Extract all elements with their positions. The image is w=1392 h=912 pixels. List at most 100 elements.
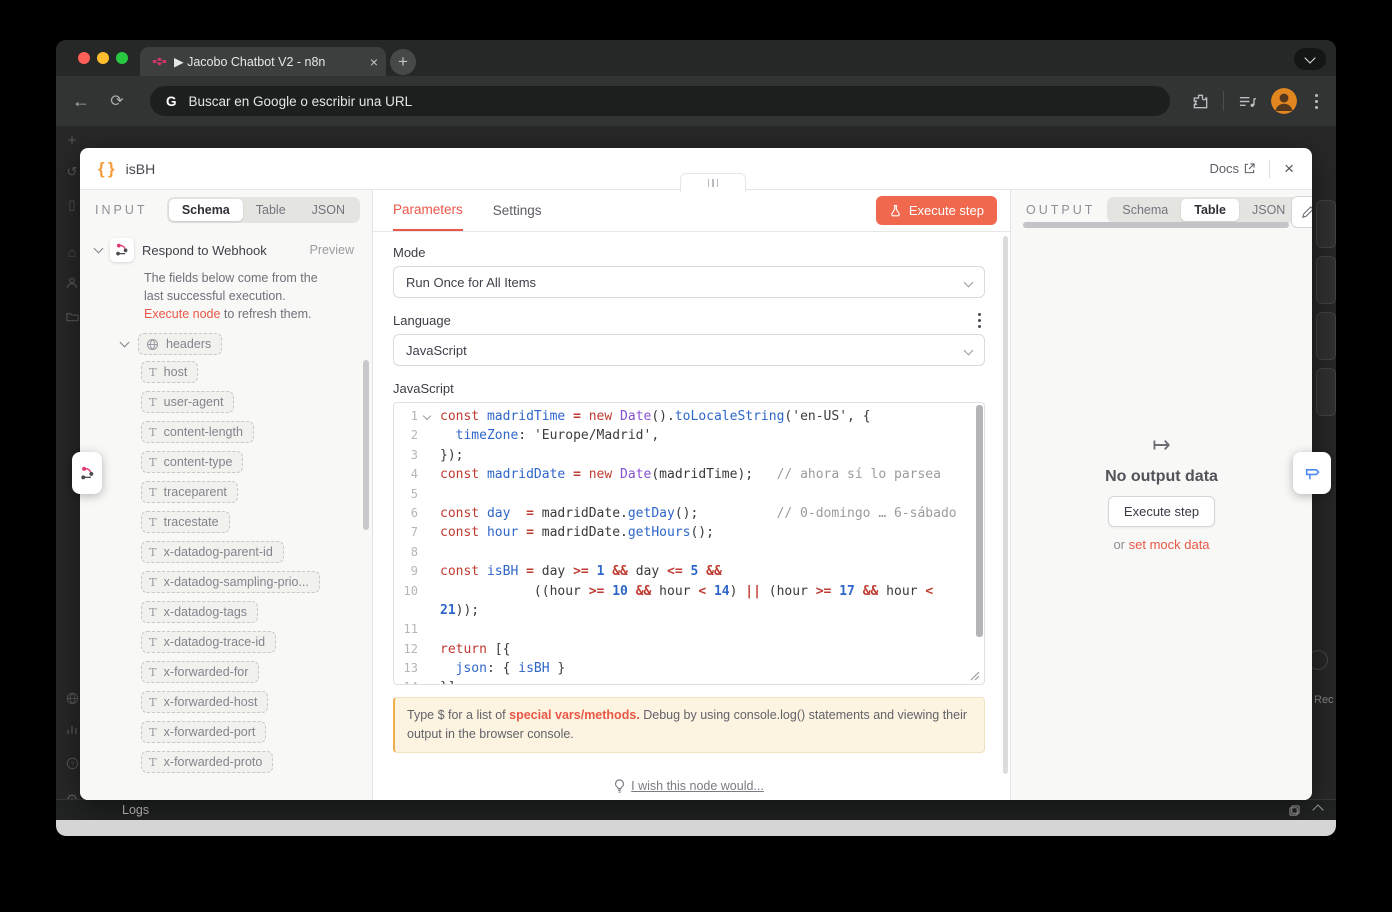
text-type-icon: T (149, 635, 157, 649)
input-tab-schema[interactable]: Schema (169, 199, 243, 221)
insights-chart-icon[interactable] (64, 724, 80, 739)
close-modal-icon[interactable]: × (1284, 160, 1294, 177)
code-line: 3}); (394, 446, 984, 465)
schema-field-pill[interactable]: Tx-forwarded-port (141, 721, 266, 743)
screen: ▶ Jacobo Chatbot V2 - n8n × + ← ⟳ G Busc… (0, 0, 1392, 912)
output-tab-table[interactable]: Table (1181, 199, 1239, 221)
logs-panel-header[interactable]: Logs (56, 799, 1336, 820)
profile-avatar[interactable] (1271, 88, 1297, 114)
schema-field-pill[interactable]: Tx-datadog-sampling-prio... (141, 571, 320, 593)
edit-output-button[interactable] (1291, 196, 1312, 228)
docs-link[interactable]: Docs (1209, 161, 1255, 176)
parameter-options-icon[interactable] (974, 313, 985, 328)
maximize-window-button[interactable] (116, 52, 128, 64)
output-horizontal-scrollbar[interactable] (1023, 222, 1289, 228)
extensions-icon[interactable] (1192, 93, 1209, 110)
schema-field-pill[interactable]: Ttraceparent (141, 481, 238, 503)
tab-search-button[interactable] (1294, 48, 1326, 70)
home-icon[interactable]: ⌂ (64, 244, 80, 260)
panel-icon[interactable]: ▯ (64, 197, 80, 213)
schema-field-pill[interactable]: Tx-forwarded-host (141, 691, 268, 713)
schema-field-pill[interactable]: Tx-datadog-trace-id (141, 631, 276, 653)
tab-settings[interactable]: Settings (493, 190, 542, 231)
preview-label[interactable]: Preview (310, 243, 360, 257)
input-tab-table[interactable]: Table (243, 199, 299, 221)
text-type-icon: T (149, 395, 157, 409)
expand-logs-icon[interactable] (1312, 804, 1323, 815)
text-type-icon: T (149, 605, 157, 619)
schema-field-pill[interactable]: Thost (141, 361, 198, 383)
new-tab-button[interactable]: + (390, 49, 416, 75)
minimize-window-button[interactable] (97, 52, 109, 64)
line-number-gutter: 9 (394, 562, 440, 581)
collapse-caret-icon[interactable] (120, 338, 130, 348)
media-controls-icon[interactable] (1238, 94, 1257, 109)
history-icon[interactable]: ↺ (64, 164, 80, 180)
headers-object-pill[interactable]: headers (138, 333, 222, 355)
toolbar-divider (1223, 91, 1224, 111)
schema-field-pill[interactable]: Tx-forwarded-for (141, 661, 259, 683)
input-tab-json[interactable]: JSON (299, 199, 358, 221)
code-line: 11 (394, 620, 984, 639)
schema-field-pill[interactable]: Tx-datadog-parent-id (141, 541, 284, 563)
tab-parameters[interactable]: Parameters (393, 190, 463, 231)
browser-tab[interactable]: ▶ Jacobo Chatbot V2 - n8n × (140, 47, 386, 76)
url-bar[interactable]: G Buscar en Google o escribir una URL (150, 86, 1170, 116)
pop-out-icon[interactable] (1289, 805, 1300, 816)
schema-field-pill[interactable]: Tuser-agent (141, 391, 234, 413)
line-number-gutter: 10 (394, 582, 440, 601)
node-title[interactable]: isBH (126, 161, 156, 177)
execute-node-link[interactable]: Execute node (144, 307, 220, 321)
field-name: x-datadog-tags (164, 605, 247, 619)
code-line: 2 timeZone: 'Europe/Madrid', (394, 426, 984, 445)
tips-flyout-tab[interactable] (1293, 452, 1331, 494)
output-panel-label: OUTPUT (1026, 203, 1095, 217)
headers-tree-row[interactable]: headers (121, 333, 372, 355)
fold-chevron-icon[interactable] (423, 411, 431, 419)
wish-node-link[interactable]: I wish this node would... (393, 779, 985, 793)
set-mock-data-link[interactable]: set mock data (1129, 537, 1210, 552)
field-name: traceparent (164, 485, 227, 499)
tab-close-icon[interactable]: × (370, 55, 378, 69)
schema-field-pill[interactable]: Tcontent-length (141, 421, 254, 443)
templates-globe-icon[interactable] (64, 692, 80, 708)
schema-field-pill[interactable]: Tcontent-type (141, 451, 243, 473)
svg-text:?: ? (70, 761, 74, 768)
respond-to-webhook-icon (79, 465, 96, 482)
output-tab-json[interactable]: JSON (1239, 199, 1298, 221)
code-editor[interactable]: 1const madridTime = new Date().toLocaleS… (393, 402, 985, 685)
parameters-panel: Parameters Settings Execute step Mode Ru… (373, 190, 1010, 800)
schema-field-pill[interactable]: Tx-forwarded-proto (141, 751, 273, 773)
code-line: 6const day = madridDate.getDay(); // 0-d… (394, 504, 984, 523)
field-name: content-length (164, 425, 243, 439)
language-select[interactable]: JavaScript (393, 334, 985, 366)
execute-step-secondary-button[interactable]: Execute step (1108, 496, 1215, 527)
back-icon[interactable]: ← (70, 91, 92, 112)
reload-icon[interactable]: ⟳ (106, 91, 128, 111)
schema-fields-list: ThostTuser-agentTcontent-lengthTcontent-… (141, 361, 372, 773)
collapse-caret-icon[interactable] (94, 244, 104, 254)
close-window-button[interactable] (78, 52, 90, 64)
folder-icon[interactable] (64, 310, 80, 325)
line-number-gutter: 4 (394, 465, 440, 484)
mode-select[interactable]: Run Once for All Items (393, 266, 985, 298)
help-icon[interactable]: ? (64, 757, 80, 773)
input-node-row[interactable]: Respond to Webhook Preview (80, 230, 372, 268)
browser-menu-icon[interactable] (1311, 94, 1322, 109)
input-scrollbar[interactable] (363, 360, 369, 530)
n8n-canvas-dimmed: + ↺ ▯ ⌂ ? ⚙ Rec Logs (56, 126, 1336, 820)
panel-drag-handle[interactable] (680, 173, 746, 192)
schema-field-pill[interactable]: Tx-datadog-tags (141, 601, 258, 623)
chevron-down-icon (964, 345, 974, 355)
execute-step-button[interactable]: Execute step (876, 196, 997, 225)
parameters-scrollbar[interactable] (1003, 236, 1008, 774)
editor-scrollbar[interactable] (976, 405, 983, 637)
field-name: user-agent (164, 395, 224, 409)
user-icon[interactable] (64, 277, 80, 292)
output-tab-schema[interactable]: Schema (1109, 199, 1181, 221)
editor-resize-handle[interactable] (970, 671, 980, 681)
input-node-flyout-tab[interactable] (72, 452, 102, 494)
add-workflow-icon[interactable]: + (64, 132, 80, 149)
special-vars-link[interactable]: special vars/methods. (509, 708, 640, 722)
schema-field-pill[interactable]: Ttracestate (141, 511, 230, 533)
